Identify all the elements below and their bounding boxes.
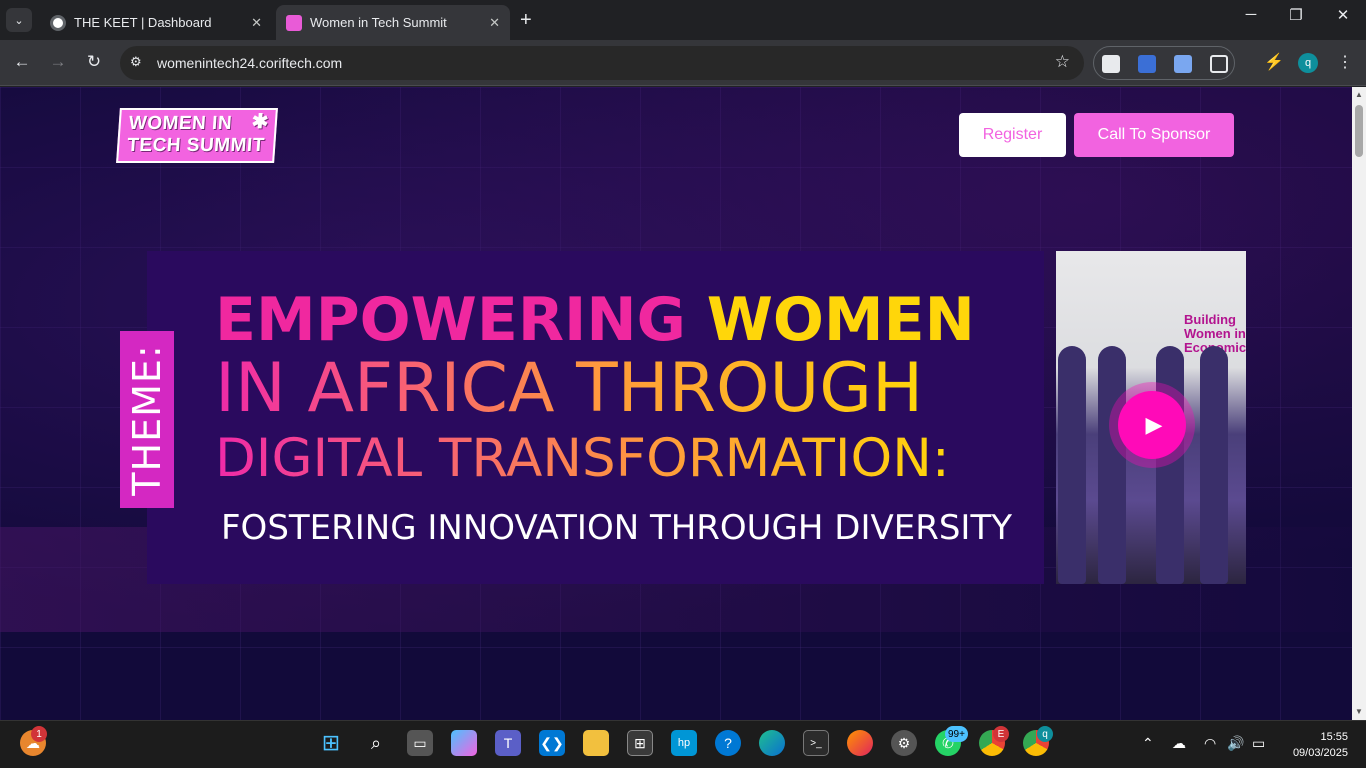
teams-icon[interactable]: T xyxy=(495,730,521,756)
back-button[interactable]: ← xyxy=(10,52,34,72)
theme-label: THEME: xyxy=(125,343,169,496)
terminal-icon[interactable]: >_ xyxy=(803,730,829,756)
new-tab-button[interactable]: + xyxy=(520,9,532,32)
profile-avatar[interactable]: q xyxy=(1298,53,1318,73)
puzzle-icon[interactable] xyxy=(1210,55,1228,73)
battery-icon[interactable]: ▭ xyxy=(1252,735,1265,752)
headline-word: WOMEN xyxy=(706,285,975,355)
tab-women-in-tech[interactable]: Women in Tech Summit ✕ xyxy=(276,5,510,40)
settings-icon[interactable]: ⚙ xyxy=(891,730,917,756)
person-figure xyxy=(1156,346,1184,584)
scroll-down-icon[interactable]: ▼ xyxy=(1355,707,1363,716)
tab-title: THE KEET | Dashboard xyxy=(74,15,212,30)
site-logo[interactable]: WOMEN IN TECH SUMMIT ✱ xyxy=(116,108,278,163)
scrollbar-thumb[interactable] xyxy=(1355,105,1363,157)
headline-line-3: DIGITAL TRANSFORMATION: xyxy=(215,428,950,489)
wifi-icon[interactable]: ◠ xyxy=(1204,735,1216,752)
url-text[interactable]: womenintech24.coriftech.com xyxy=(157,55,342,71)
start-icon[interactable]: ⊞ xyxy=(318,730,344,756)
copilot-icon[interactable] xyxy=(451,730,477,756)
close-icon[interactable]: ✕ xyxy=(251,15,262,31)
whatsapp-badge: 99+ xyxy=(945,726,968,742)
headline-line-1: EMPOWERING WOMEN xyxy=(215,290,975,350)
tab-search-button[interactable]: ⌄ xyxy=(6,8,32,32)
search-icon[interactable]: ⌕ xyxy=(363,730,389,756)
person-figure xyxy=(1098,346,1126,584)
headline-word: EMPOWERING xyxy=(215,285,686,355)
scroll-up-icon[interactable]: ▲ xyxy=(1355,90,1363,99)
keet-favicon-icon xyxy=(50,14,66,31)
clock-date: 09/03/2025 xyxy=(1292,747,1348,759)
webpage: WOMEN IN TECH SUMMIT ✱ Register Call To … xyxy=(0,87,1352,720)
person-figure xyxy=(1200,346,1228,584)
close-icon[interactable]: ✕ xyxy=(489,15,500,31)
wit-favicon-icon xyxy=(286,14,302,31)
play-video-button[interactable]: ▶ xyxy=(1118,391,1186,459)
window-close-button[interactable]: ✕ xyxy=(1320,6,1366,24)
menu-icon[interactable]: ⋮ xyxy=(1337,52,1353,72)
extension-icon[interactable] xyxy=(1174,55,1192,73)
reload-button[interactable]: ↻ xyxy=(82,52,106,72)
vscode-icon[interactable]: ❮❯ xyxy=(539,730,565,756)
chrome-profile-badge: E xyxy=(993,726,1009,742)
extension-icon[interactable] xyxy=(1102,55,1120,73)
page-scrollbar[interactable]: ▲ ▼ xyxy=(1352,87,1366,720)
person-figure xyxy=(1058,346,1086,584)
edge-icon[interactable] xyxy=(759,730,785,756)
weather-badge: 1 xyxy=(31,726,47,742)
forward-button[interactable]: → xyxy=(46,52,70,72)
tray-chevron-icon[interactable]: ⌃ xyxy=(1142,735,1154,752)
onedrive-icon[interactable]: ☁ xyxy=(1172,735,1186,752)
windows-taskbar: ☁ 1 ⊞ ⌕ ▭ T ❮❯ ⊞ hp ? >_ ⚙ ✆ 99+ E q ⌃ ☁… xyxy=(0,720,1366,768)
register-button[interactable]: Register xyxy=(959,113,1066,157)
help-icon[interactable]: ? xyxy=(715,730,741,756)
sparkle-icon: ✱ xyxy=(250,111,270,133)
browser-toolbar: ← → ↻ ⚙ womenintech24.coriftech.com ☆ ⚡ … xyxy=(0,40,1366,86)
site-settings-icon[interactable]: ⚙ xyxy=(130,54,142,70)
headline-subtitle: FOSTERING INNOVATION THROUGH DIVERSITY xyxy=(221,508,1012,548)
chrome-profile-badge: q xyxy=(1037,726,1053,742)
headline-line-2: IN AFRICA THROUGH xyxy=(215,349,924,428)
clock-time: 15:55 xyxy=(1320,731,1348,743)
play-icon: ▶ xyxy=(1145,412,1163,437)
file-explorer-icon[interactable] xyxy=(583,730,609,756)
tab-title: Women in Tech Summit xyxy=(310,15,447,30)
tab-strip: ⌄ THE KEET | Dashboard ✕ Women in Tech S… xyxy=(0,0,1366,40)
hp-icon[interactable]: hp xyxy=(671,730,697,756)
bookmark-star-icon[interactable]: ☆ xyxy=(1055,52,1070,72)
address-bar[interactable]: ⚙ womenintech24.coriftech.com ☆ xyxy=(120,46,1084,80)
logo-line: TECH SUMMIT xyxy=(126,135,266,156)
theme-tag: THEME: xyxy=(120,331,174,508)
firefox-icon[interactable] xyxy=(847,730,873,756)
extensions-group xyxy=(1093,46,1235,80)
tab-keet-dashboard[interactable]: THE KEET | Dashboard ✕ xyxy=(40,5,272,40)
volume-icon[interactable]: 🔊 xyxy=(1227,735,1244,752)
sponsor-button[interactable]: Call To Sponsor xyxy=(1074,113,1234,157)
restore-button[interactable]: ❐ xyxy=(1273,6,1319,24)
system-clock[interactable]: 15:55 09/03/2025 xyxy=(1280,729,1348,761)
store-icon[interactable]: ⊞ xyxy=(627,730,653,756)
minimize-button[interactable]: ─ xyxy=(1228,6,1274,23)
performance-icon[interactable]: ⚡ xyxy=(1264,52,1284,72)
task-view-icon[interactable]: ▭ xyxy=(407,730,433,756)
extension-icon[interactable] xyxy=(1138,55,1156,73)
logo-line: WOMEN IN xyxy=(128,113,233,134)
